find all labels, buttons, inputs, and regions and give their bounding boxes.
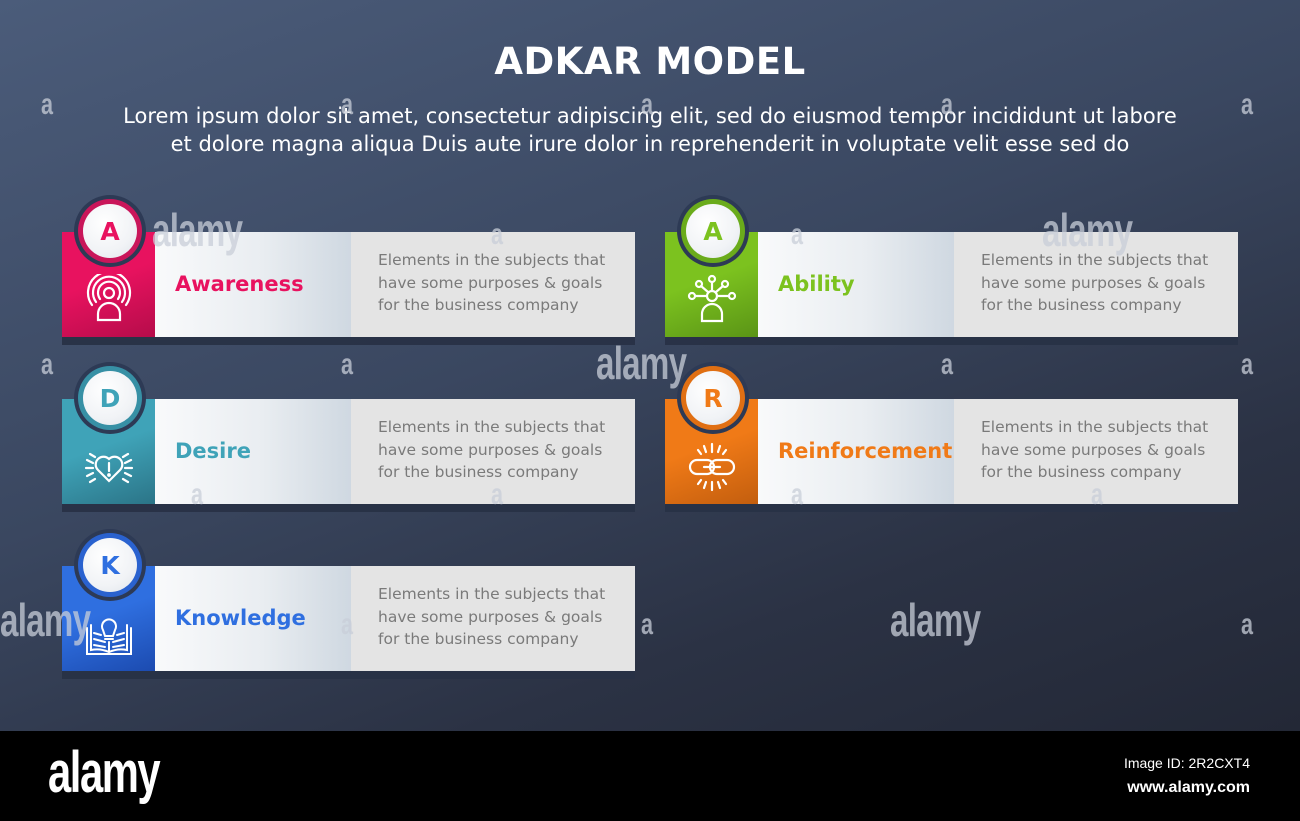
image-id-text: Image ID: 2R2CXT4 <box>1123 755 1250 771</box>
step-card-reinforcement: Reinforcement Elements in the subjects th… <box>665 362 1238 512</box>
card-shadow <box>665 504 1238 512</box>
step-label: Knowledge <box>175 606 306 630</box>
watermark-letter: a <box>341 348 354 381</box>
watermark-letter: a <box>941 88 954 121</box>
step-badge: A <box>677 195 749 267</box>
step-label: Reinforcement <box>778 439 953 463</box>
watermark-letter: a <box>941 348 954 381</box>
step-label: Desire <box>175 439 251 463</box>
badge-ring: A <box>681 199 745 263</box>
step-description: Elements in the subjects that have some … <box>378 251 606 314</box>
card-shadow <box>62 337 635 345</box>
watermark-letter: a <box>341 608 354 641</box>
watermark-letter: a <box>41 348 54 381</box>
step-badge: R <box>677 362 749 434</box>
step-letter: K <box>83 538 137 592</box>
badge-ring: R <box>681 366 745 430</box>
page-title: ADKAR MODEL <box>494 40 806 83</box>
watermark-letter: a <box>641 88 654 121</box>
badge-ring: K <box>78 533 142 597</box>
watermark-letter: a <box>641 608 654 641</box>
step-description: Elements in the subjects that have some … <box>981 251 1209 314</box>
broadcast-person-icon <box>83 270 135 326</box>
watermark-letter: a <box>791 478 804 511</box>
card-shadow <box>62 504 635 512</box>
book-lightbulb-icon <box>83 608 135 660</box>
card-shadow <box>665 337 1238 345</box>
watermark-letter: a <box>1241 348 1254 381</box>
step-letter: D <box>83 371 137 425</box>
watermark-letter: a <box>491 218 504 251</box>
alamy-logo: alamy <box>48 740 161 805</box>
step-card-desire: Desire Elements in the subjects that have… <box>62 362 635 512</box>
badge-ring: A <box>78 199 142 263</box>
step-description: Elements in the subjects that have some … <box>378 585 606 648</box>
watermark: alamy <box>152 204 243 256</box>
watermark-letter: a <box>1241 608 1254 641</box>
watermark: alamy <box>1042 204 1133 256</box>
network-person-icon <box>686 274 738 326</box>
watermark-letter: a <box>1241 88 1254 121</box>
card-shadow <box>62 671 635 679</box>
watermark-letter: a <box>191 478 204 511</box>
step-letter: A <box>686 204 740 258</box>
subtitle-line-2: et dolore magna aliqua Duis aute irure d… <box>170 132 1130 156</box>
step-card-awareness: Awareness Elements in the subjects that h… <box>62 195 635 345</box>
site-url: www.alamy.com <box>1127 779 1250 796</box>
step-letter: A <box>83 204 137 258</box>
watermark-letter: a <box>41 88 54 121</box>
step-label: Ability <box>778 272 855 296</box>
step-badge: D <box>74 362 146 434</box>
watermark: alamy <box>890 594 981 646</box>
step-description: Elements in the subjects that have some … <box>981 418 1209 481</box>
watermark: alamy <box>0 594 91 646</box>
watermark-letter: a <box>341 88 354 121</box>
heart-alert-icon <box>83 441 135 493</box>
badge-ring: D <box>78 366 142 430</box>
step-badge: A <box>74 195 146 267</box>
watermark-letter: a <box>791 218 804 251</box>
footer-bar: alamy Image ID: 2R2CXT4 www.alamy.com <box>0 731 1300 821</box>
watermark-letter: a <box>1091 478 1104 511</box>
watermark-letter: a <box>491 478 504 511</box>
step-description: Elements in the subjects that have some … <box>378 418 606 481</box>
step-letter: R <box>686 371 740 425</box>
step-badge: K <box>74 529 146 601</box>
watermark: alamy <box>596 337 687 389</box>
chain-link-icon <box>686 441 738 493</box>
infographic-canvas: ADKAR MODEL Lorem ipsum dolor sit amet, … <box>0 0 1300 731</box>
step-card-ability: Ability Elements in the subjects that hav… <box>665 195 1238 345</box>
